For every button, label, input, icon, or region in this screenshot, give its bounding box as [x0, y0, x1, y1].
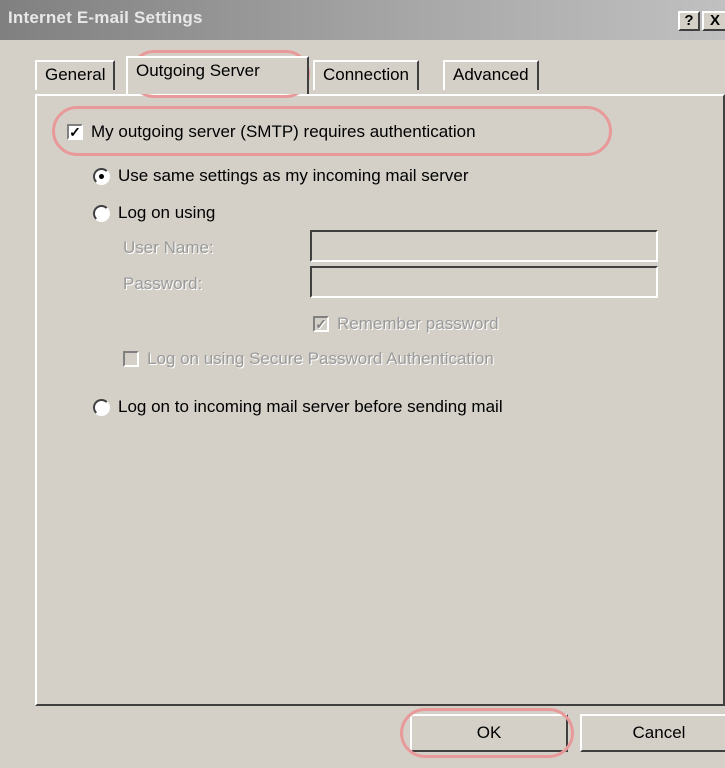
radio-logon-using-row[interactable]: Log on using [93, 203, 215, 223]
tab-general[interactable]: General [35, 60, 116, 90]
cancel-button[interactable]: Cancel [580, 714, 725, 752]
radio-incoming-first[interactable] [93, 398, 110, 416]
spa-checkbox[interactable] [123, 351, 139, 367]
email-settings-dialog: Internet E-mail Settings ? X General Out… [0, 0, 725, 768]
spa-row[interactable]: Log on using Secure Password Authenticat… [123, 349, 494, 369]
radio-incoming-first-row[interactable]: Log on to incoming mail server before se… [93, 397, 503, 417]
radio-same-settings-label: Use same settings as my incoming mail se… [118, 166, 469, 185]
username-label: User Name: [123, 238, 214, 257]
tab-connection[interactable]: Connection [313, 60, 420, 90]
title-bar[interactable]: Internet E-mail Settings ? X [0, 0, 725, 40]
spa-label: Log on using Secure Password Authenticat… [147, 349, 494, 368]
smtp-auth-checkbox[interactable]: ✓ [67, 124, 83, 140]
radio-logon-using[interactable] [93, 204, 110, 222]
remember-password-label: Remember password [337, 314, 499, 333]
help-button[interactable]: ? [678, 11, 700, 31]
username-field[interactable] [310, 230, 658, 262]
close-button[interactable]: X [702, 11, 725, 31]
password-label: Password: [123, 274, 203, 293]
radio-same-settings-row[interactable]: Use same settings as my incoming mail se… [93, 166, 469, 186]
radio-incoming-first-label: Log on to incoming mail server before se… [118, 397, 503, 416]
outgoing-server-panel: ✓ My outgoing server (SMTP) requires aut… [35, 94, 725, 706]
smtp-auth-row[interactable]: ✓ My outgoing server (SMTP) requires aut… [67, 122, 476, 142]
radio-same-settings[interactable] [93, 167, 110, 185]
tab-outgoing-server[interactable]: Outgoing Server [126, 56, 309, 94]
remember-password-row[interactable]: ✓ Remember password [313, 314, 499, 334]
tab-advanced[interactable]: Advanced [443, 60, 539, 90]
smtp-auth-label: My outgoing server (SMTP) requires authe… [91, 122, 476, 141]
radio-logon-using-label: Log on using [118, 203, 216, 222]
remember-password-checkbox[interactable]: ✓ [313, 316, 329, 332]
ok-button[interactable]: OK [410, 714, 568, 752]
password-field[interactable] [310, 266, 658, 298]
window-title: Internet E-mail Settings [8, 8, 203, 27]
